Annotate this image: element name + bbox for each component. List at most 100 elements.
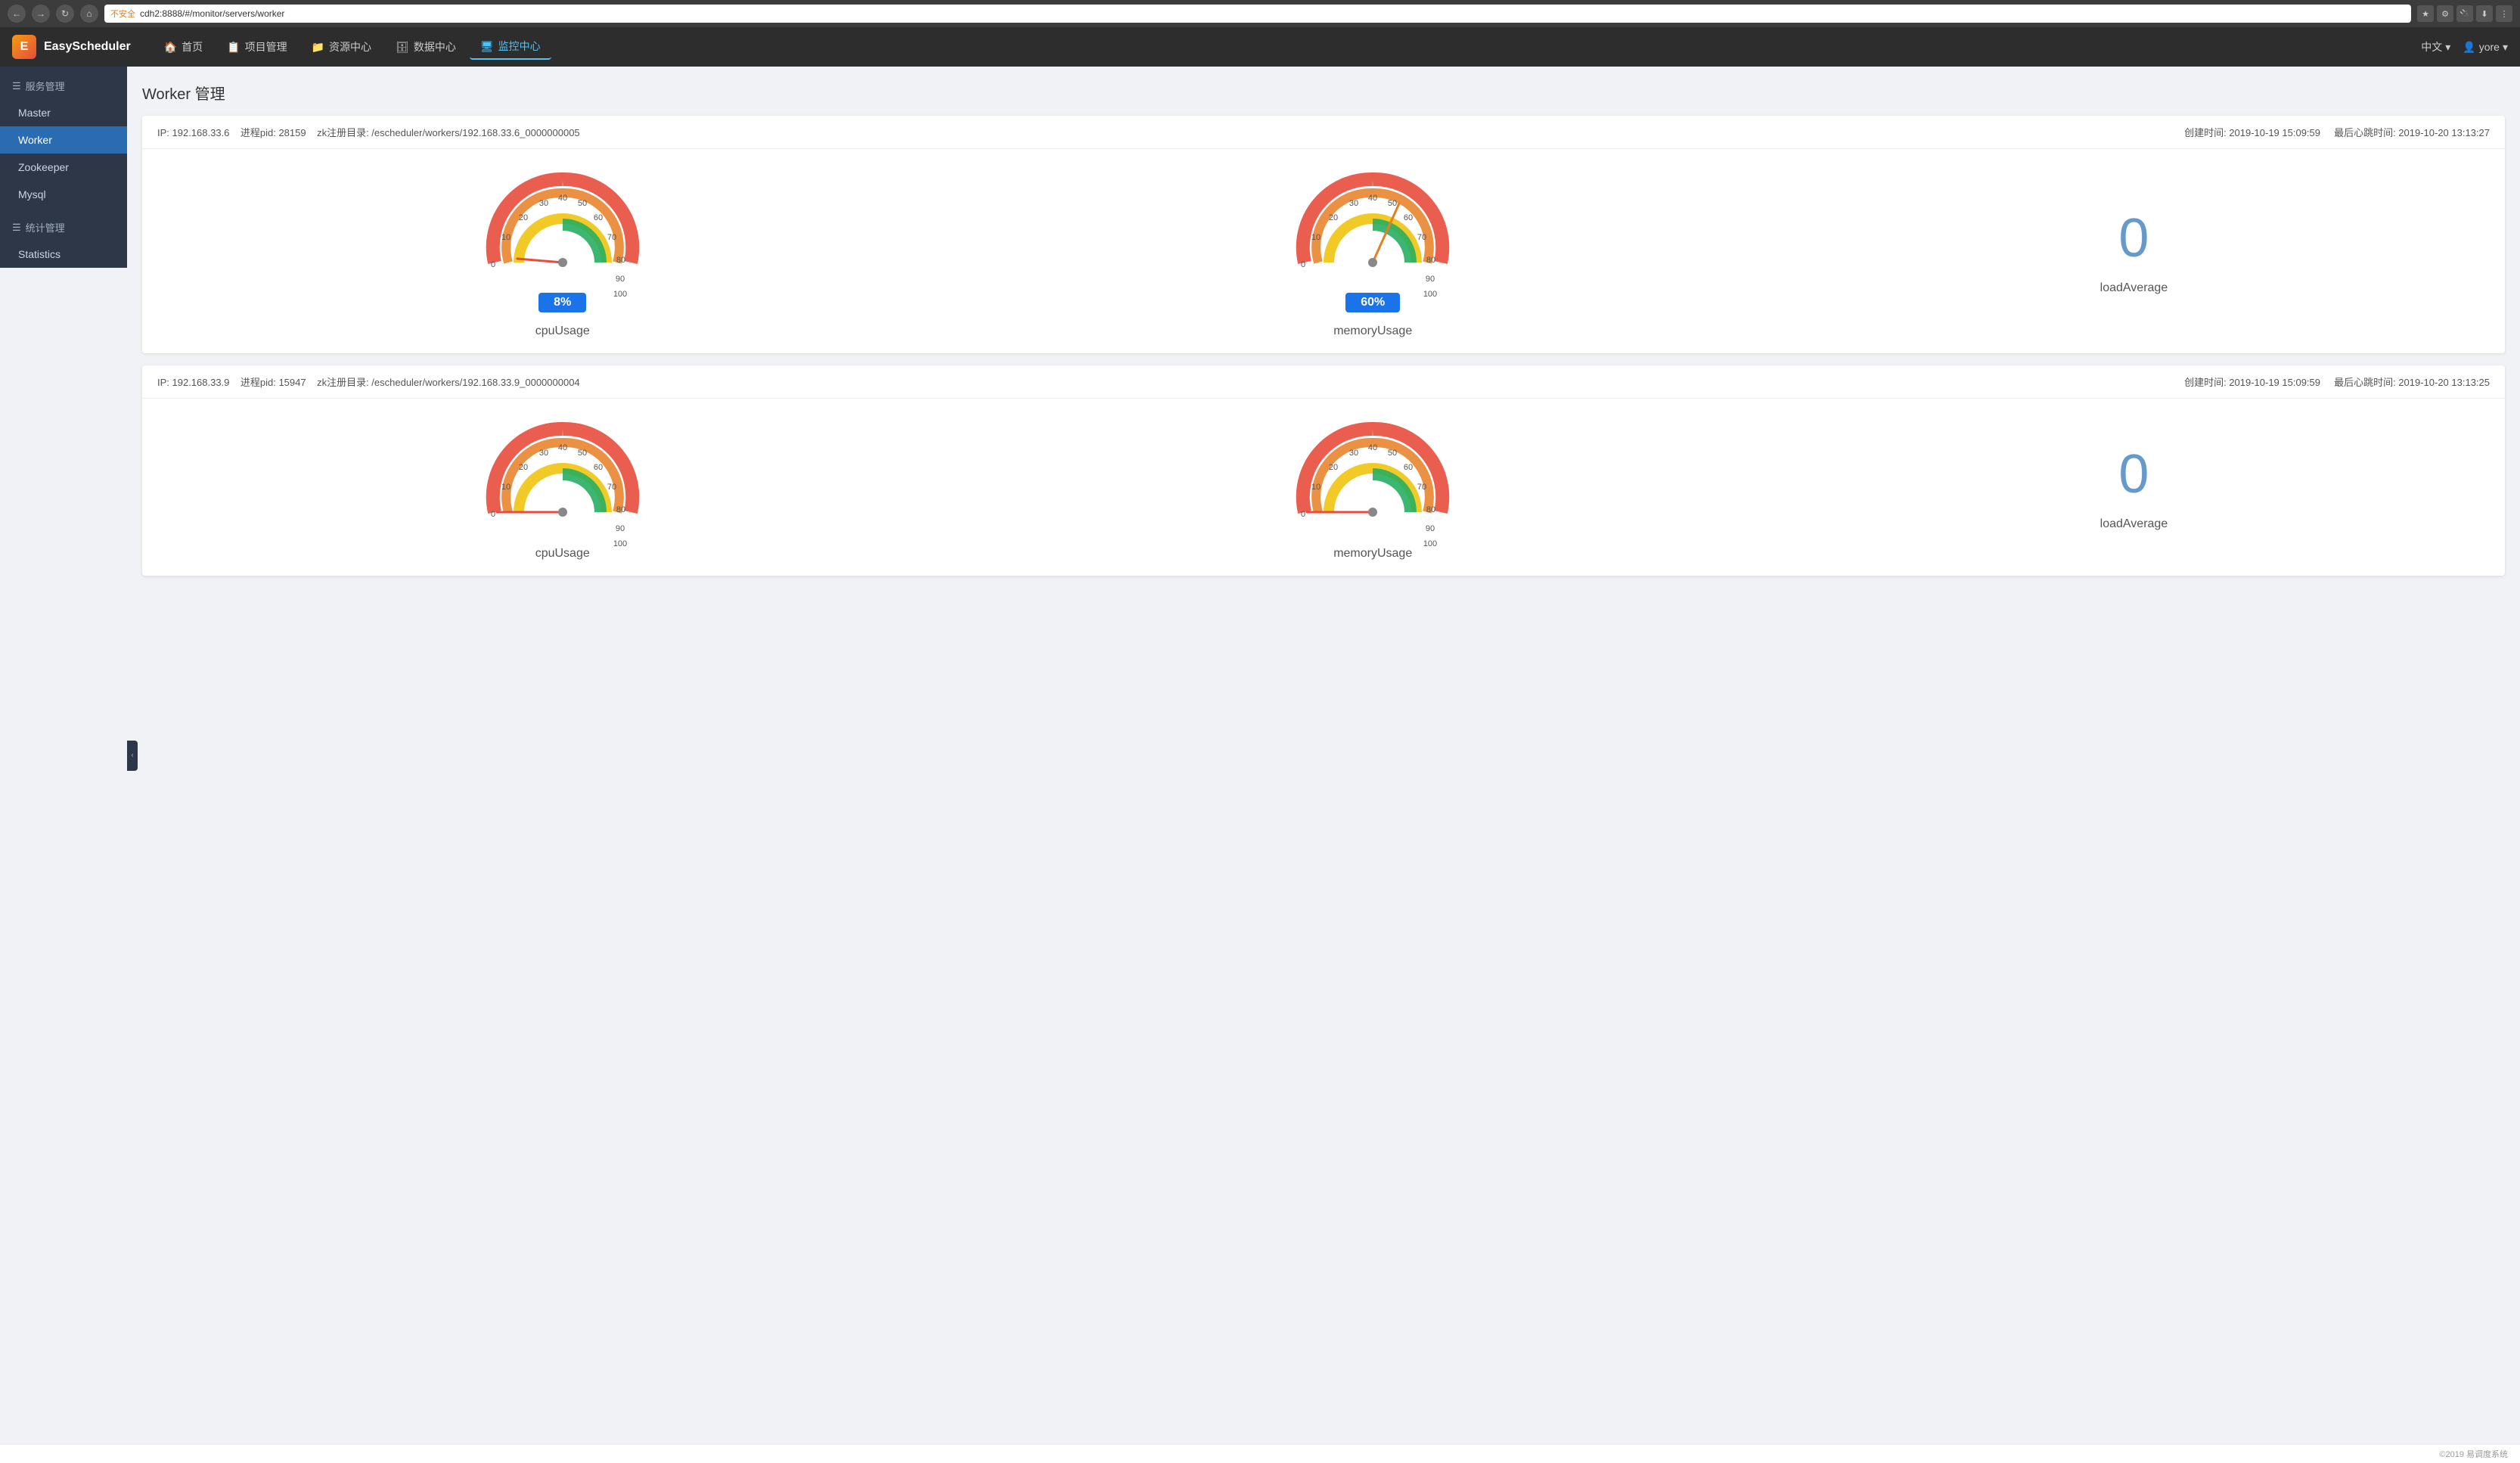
service-group-icon: ☰ [12,80,21,92]
svg-text:20: 20 [1329,213,1338,222]
nav-resource-label: 资源中心 [329,39,371,54]
svg-text:100: 100 [1423,290,1437,299]
user-chevron-icon: ▾ [2503,41,2508,54]
worker1-cpu-label: cpuUsage [535,325,590,338]
svg-text:10: 10 [1311,233,1321,242]
svg-text:70: 70 [607,483,616,492]
stats-group-icon: ☰ [12,222,21,234]
svg-text:10: 10 [501,483,511,492]
svg-text:20: 20 [1329,463,1338,472]
worker2-memory-gauge: 0 10 20 30 40 50 60 70 80 90 100 [1289,414,1456,561]
sidebar-item-worker[interactable]: Worker [0,126,127,154]
app: E EasyScheduler 🏠 首页 📋 项目管理 📁 资源中心 🗄 数据中… [0,27,2520,1463]
ext2-button[interactable]: 🔌 [2456,5,2473,22]
worker2-header: IP: 192.168.33.9 进程pid: 15947 zk注册目录: /e… [142,365,2505,399]
svg-text:70: 70 [607,233,616,242]
worker2-pid: 进程pid: 15947 [241,377,306,388]
sidebar: ☰ 服务管理 Master Worker Zookeeper Mysql ☰ 统… [0,67,127,268]
worker2-memory-svg: 0 10 20 30 40 50 60 70 80 90 100 [1289,414,1456,535]
worker2-created: 创建时间: 2019-10-19 15:09:59 [2184,377,2320,388]
nav-home[interactable]: 🏠 首页 [154,35,213,59]
refresh-button[interactable]: ↻ [56,5,74,23]
worker1-cpu-svg: 0 10 20 30 40 50 60 [479,164,646,285]
worker2-heartbeat: 最后心跳时间: 2019-10-20 13:13:25 [2334,377,2490,388]
app-title: EasyScheduler [44,40,131,54]
security-warning: 不安全 [110,8,135,20]
worker1-memory-svg: 0 10 20 30 40 50 60 70 80 90 100 [1289,164,1456,285]
sidebar-item-zookeeper[interactable]: Zookeeper [0,154,127,181]
worker1-load-label: loadAverage [2100,281,2168,295]
nav-data-label: 数据中心 [414,39,456,54]
worker2-body: 0 10 20 30 40 50 60 70 80 90 100 [142,399,2505,576]
worker1-info: IP: 192.168.33.6 进程pid: 28159 zk注册目录: /e… [157,125,580,139]
service-group-label: 服务管理 [26,79,65,93]
svg-text:0: 0 [491,510,495,519]
sidebar-collapse-button[interactable]: ‹ [127,741,138,771]
svg-text:50: 50 [1388,449,1397,458]
logo-area: E EasyScheduler [12,35,131,59]
menu-button[interactable]: ⋮ [2496,5,2512,22]
svg-text:40: 40 [558,443,567,452]
svg-text:60: 60 [1404,463,1413,472]
ext3-button[interactable]: ⬇ [2476,5,2493,22]
svg-text:0: 0 [1301,510,1305,519]
language-selector[interactable]: 中文 ▾ [2421,39,2450,54]
nav-resource[interactable]: 📁 资源中心 [301,35,382,59]
svg-text:90: 90 [616,524,625,533]
svg-text:100: 100 [613,290,627,299]
browser-actions: ★ ⚙ 🔌 ⬇ ⋮ [2417,5,2512,22]
svg-text:50: 50 [1388,199,1397,208]
nav-home-label: 首页 [182,39,203,54]
nav-project-label: 项目管理 [245,39,287,54]
svg-text:90: 90 [1426,275,1435,284]
url-text: cdh2:8888/#/monitor/servers/worker [140,8,284,19]
ext1-button[interactable]: ⚙ [2437,5,2453,22]
svg-text:30: 30 [1349,449,1358,458]
svg-text:30: 30 [539,449,548,458]
worker-card-1: IP: 192.168.33.6 进程pid: 28159 zk注册目录: /e… [142,116,2505,353]
sidebar-wrapper: ☰ 服务管理 Master Worker Zookeeper Mysql ☰ 统… [0,67,127,1444]
svg-text:80: 80 [1426,256,1435,265]
svg-text:0: 0 [1301,260,1305,269]
svg-text:90: 90 [1426,524,1435,533]
nav-monitor-label: 监控中心 [498,39,541,54]
nav-project[interactable]: 📋 项目管理 [216,35,297,59]
svg-text:80: 80 [1426,505,1435,514]
worker2-load-label: loadAverage [2100,517,2168,531]
svg-text:100: 100 [613,539,627,548]
worker2-cpu-label: cpuUsage [535,547,590,561]
main-content: Worker 管理 IP: 192.168.33.6 进程pid: 28159 … [127,67,2520,1444]
svg-text:60: 60 [1404,213,1413,222]
sidebar-item-mysql[interactable]: Mysql [0,181,127,208]
worker1-cpu-gauge: 0 10 20 30 40 50 60 [479,164,646,338]
svg-text:60: 60 [594,213,603,222]
star-button[interactable]: ★ [2417,5,2434,22]
data-icon: 🗄 [396,41,409,54]
worker1-header: IP: 192.168.33.6 进程pid: 28159 zk注册目录: /e… [142,116,2505,149]
back-button[interactable]: ← [8,5,26,23]
sidebar-item-master[interactable]: Master [0,99,127,126]
user-menu[interactable]: 👤 yore ▾ [2463,41,2508,54]
home-button[interactable]: ⌂ [80,5,98,23]
lang-label: 中文 [2421,39,2442,54]
worker1-heartbeat: 最后心跳时间: 2019-10-20 13:13:27 [2334,127,2490,138]
worker1-ip: IP: 192.168.33.6 [157,127,229,138]
worker1-pid: 进程pid: 28159 [241,127,306,138]
svg-text:40: 40 [1368,194,1377,203]
nav-data[interactable]: 🗄 数据中心 [385,35,467,59]
forward-button[interactable]: → [32,5,50,23]
top-nav: E EasyScheduler 🏠 首页 📋 项目管理 📁 资源中心 🗄 数据中… [0,27,2520,67]
user-label: yore [2479,41,2500,53]
url-bar[interactable]: 不安全 cdh2:8888/#/monitor/servers/worker [104,5,2411,23]
svg-text:0: 0 [491,260,495,269]
svg-text:30: 30 [1349,199,1358,208]
nav-monitor[interactable]: 🖥 监控中心 [470,34,551,60]
worker1-memory-value: 60% [1345,293,1400,312]
sidebar-group-service: ☰ 服务管理 [0,67,127,99]
worker2-info: IP: 192.168.33.9 进程pid: 15947 zk注册目录: /e… [157,374,580,389]
worker2-ip: IP: 192.168.33.9 [157,377,229,388]
sidebar-item-statistics[interactable]: Statistics [0,241,127,268]
worker-card-2: IP: 192.168.33.9 进程pid: 15947 zk注册目录: /e… [142,365,2505,576]
worker1-memory-gauge: 0 10 20 30 40 50 60 70 80 90 100 [1289,164,1456,338]
worker1-load-value: 0 [2118,207,2149,269]
